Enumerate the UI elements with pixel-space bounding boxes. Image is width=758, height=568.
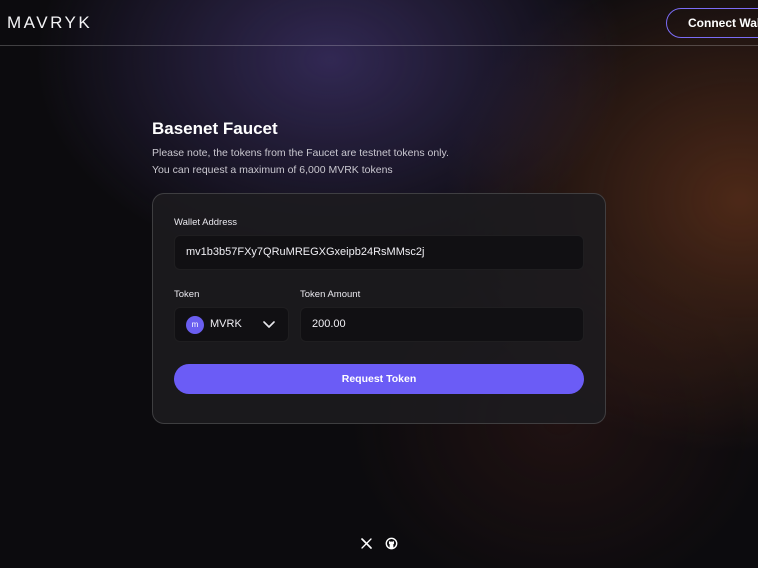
token-amount-label: Token Amount (300, 289, 361, 300)
wallet-address-input[interactable]: mv1b3b57FXy7QRuMREGXGxeipb24RsMMsc2j (174, 235, 584, 270)
token-select[interactable]: m MVRK (174, 307, 289, 342)
faucet-note-line-2: You can request a maximum of 6,000 MVRK … (152, 164, 393, 176)
wallet-address-value: mv1b3b57FXy7QRuMREGXGxeipb24RsMMsc2j (186, 246, 425, 258)
chevron-down-icon (263, 321, 275, 328)
token-select-value: MVRK (210, 318, 242, 330)
token-label: Token (174, 289, 200, 300)
x-icon[interactable] (360, 537, 373, 550)
mvrk-token-icon: m (186, 316, 204, 334)
token-amount-value: 200.00 (312, 318, 346, 330)
faucet-note-line-1: Please note, the tokens from the Faucet … (152, 147, 449, 159)
token-amount-input[interactable]: 200.00 (300, 307, 584, 342)
wallet-address-label: Wallet Address (174, 217, 238, 228)
github-icon[interactable] (385, 537, 398, 550)
request-token-button[interactable]: Request Token (174, 364, 584, 394)
connect-wallet-button[interactable]: Connect Walle (666, 8, 758, 38)
top-navbar: MAVRYK Connect Walle (0, 0, 758, 46)
page-title: Basenet Faucet (152, 119, 278, 138)
mavryk-logo[interactable]: MAVRYK (7, 13, 92, 33)
